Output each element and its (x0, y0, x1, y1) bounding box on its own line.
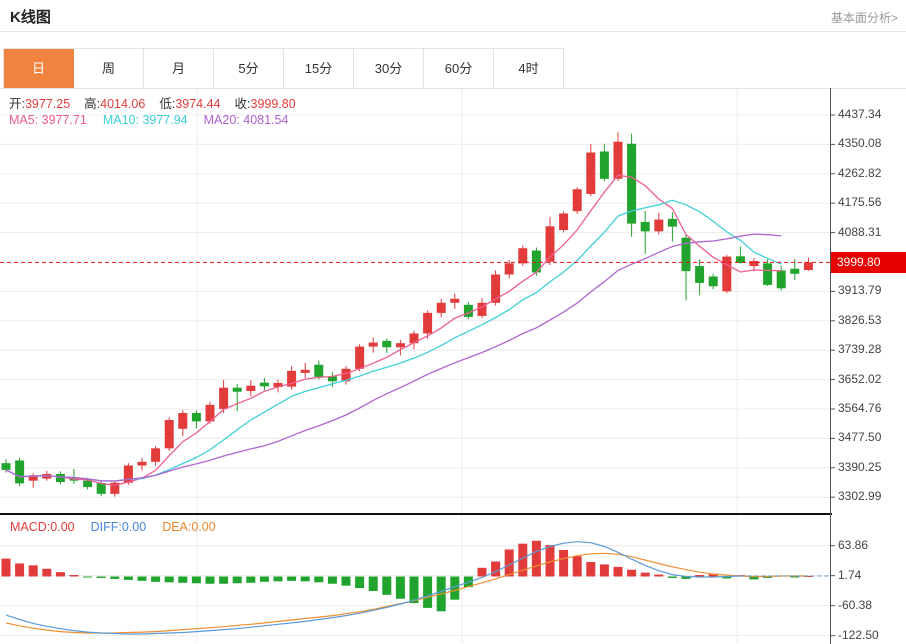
macd-axis-label: -60.38 (838, 598, 872, 612)
ma-readout: MA5: 3977.71 MA10: 3977.94 MA20: 4081.54 (9, 113, 304, 127)
y-axis-label: 3390.25 (838, 460, 881, 474)
y-axis-label: 3739.28 (838, 342, 881, 356)
macd-axis-label: 63.86 (838, 538, 868, 552)
y-axis-label: 4437.34 (838, 107, 881, 121)
y-axis-label: 3826.53 (838, 313, 881, 327)
macd-readout: MACD:0.00 DIFF:0.00 DEA:0.00 (10, 520, 232, 534)
y-axis-label: 3477.50 (838, 430, 881, 444)
topbar: K线图 基本面分析> (0, 0, 906, 32)
ohlc-item: 低:3974.44 (159, 97, 220, 111)
ma-item: MA10: 3977.94 (103, 113, 188, 127)
macd-item: DEA:0.00 (162, 520, 216, 534)
tab-15min[interactable]: 15分 (284, 49, 354, 88)
ma-item: MA5: 3977.71 (9, 113, 87, 127)
y-axis-label: 3913.79 (838, 283, 881, 297)
y-axis-label: 3564.76 (838, 401, 881, 415)
tab-30min[interactable]: 30分 (354, 49, 424, 88)
macd-item: DIFF:0.00 (91, 520, 147, 534)
current-price-badge: 3999.80 (831, 252, 906, 273)
y-axis-label: 4175.56 (838, 195, 881, 209)
tab-5min[interactable]: 5分 (214, 49, 284, 88)
macd-axis-label: 1.74 (838, 568, 861, 582)
fundamental-analysis-link[interactable]: 基本面分析> (831, 9, 898, 26)
macd-item: MACD:0.00 (10, 520, 75, 534)
ma-item: MA20: 4081.54 (204, 113, 289, 127)
period-tabbar: 日周月5分15分30分60分4时 (3, 48, 564, 89)
tab-day[interactable]: 日 (4, 49, 74, 88)
ohlc-item: 高:4014.06 (84, 97, 145, 111)
ohlc-item: 收:3999.80 (235, 97, 296, 111)
y-axis-label: 3302.99 (838, 489, 881, 503)
ohlc-item: 开:3977.25 (9, 97, 70, 111)
y-axis-label: 3652.02 (838, 372, 881, 386)
tab-4hour[interactable]: 4时 (494, 49, 563, 88)
macd-axis-label: -122.50 (838, 628, 879, 642)
page-title: K线图 (10, 6, 51, 27)
y-axis-label: 4262.82 (838, 166, 881, 180)
y-axis-label: 4350.08 (838, 136, 881, 150)
ohlc-readout: 开:3977.25 高:4014.06 低:3974.44 收:3999.80 (9, 93, 310, 112)
tab-60min[interactable]: 60分 (424, 49, 494, 88)
tab-week[interactable]: 周 (74, 49, 144, 88)
y-axis-label: 4088.31 (838, 225, 881, 239)
tab-month[interactable]: 月 (144, 49, 214, 88)
